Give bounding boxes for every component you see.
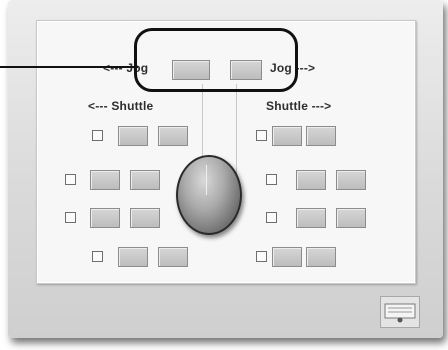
jog-shuttle-knob[interactable] <box>176 155 242 235</box>
shuttle-right-button-2a[interactable] <box>296 170 326 190</box>
shuttle-left-button-1b[interactable] <box>158 126 188 146</box>
knob-indicator <box>206 165 207 195</box>
shuttle-right-button-3b[interactable] <box>336 208 366 228</box>
shuttle-left-button-4a[interactable] <box>118 247 148 267</box>
callout-leader-line <box>0 66 138 68</box>
shuttle-left-check-2[interactable] <box>65 174 76 185</box>
shuttle-right-button-1b[interactable] <box>306 126 336 146</box>
shuttle-right-check-3[interactable] <box>266 212 277 223</box>
shuttle-right-check-2[interactable] <box>266 174 277 185</box>
device-logo-icon <box>380 296 420 328</box>
shuttle-left-button-2b[interactable] <box>130 170 160 190</box>
shuttle-right-check-1[interactable] <box>256 130 267 141</box>
shuttle-left-check-1[interactable] <box>92 130 103 141</box>
shuttle-left-button-2a[interactable] <box>90 170 120 190</box>
shuttle-left-button-3b[interactable] <box>130 208 160 228</box>
shuttle-left-button-1a[interactable] <box>118 126 148 146</box>
shuttle-left-button-3a[interactable] <box>90 208 120 228</box>
shuttle-right-check-4[interactable] <box>256 251 267 262</box>
shuttle-right-button-3a[interactable] <box>296 208 326 228</box>
shuttle-left-check-3[interactable] <box>65 212 76 223</box>
shuttle-left-label: <--- Shuttle <box>88 99 154 113</box>
shuttle-right-button-4a[interactable] <box>272 247 302 267</box>
shuttle-left-check-4[interactable] <box>92 251 103 262</box>
shuttle-right-label: Shuttle ---> <box>266 99 332 113</box>
jog-callout-highlight <box>134 28 298 92</box>
shuttle-right-button-1a[interactable] <box>272 126 302 146</box>
shuttle-right-button-4b[interactable] <box>306 247 336 267</box>
shuttle-left-button-4b[interactable] <box>158 247 188 267</box>
shuttle-right-button-2b[interactable] <box>336 170 366 190</box>
